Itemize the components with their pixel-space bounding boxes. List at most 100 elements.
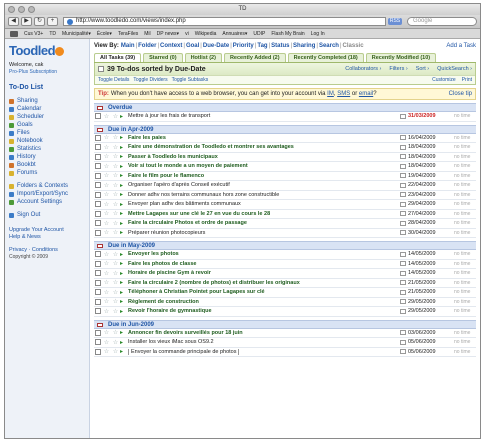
- task-checkbox[interactable]: [95, 329, 101, 336]
- toggle-toggle-details[interactable]: Toggle Details: [98, 77, 129, 83]
- priority-icon[interactable]: ☆: [112, 113, 119, 120]
- task-due-date[interactable]: 29/04/2009: [408, 201, 454, 207]
- star-icon[interactable]: ☆: [103, 191, 110, 198]
- star-icon[interactable]: ☆: [103, 153, 110, 160]
- toggle-toggle-subtasks[interactable]: Toggle Subtasks: [172, 77, 209, 83]
- header-link-filters[interactable]: Filters ›: [389, 66, 407, 72]
- rss-icon[interactable]: RSS: [388, 18, 402, 25]
- subscription-link[interactable]: Pro-Plus Subscription: [9, 69, 85, 75]
- task-due-date[interactable]: 14/05/2009: [408, 251, 454, 257]
- task-row[interactable]: ☆ ☆ ▸ Préparer réunion photocopieurs 30/04/2…: [94, 229, 476, 238]
- task-row[interactable]: ☆ ☆ ▸ Envoyer les photos 14/05/2009 no time: [94, 250, 476, 260]
- minimize-window-button[interactable]: [18, 6, 25, 13]
- task-title[interactable]: Envoyer la commande principale de photos: [126, 348, 400, 355]
- star-icon[interactable]: ☆: [103, 210, 110, 217]
- task-due-date[interactable]: 18/04/2009: [408, 154, 454, 160]
- note-icon[interactable]: [400, 308, 406, 314]
- select-all-checkbox[interactable]: [98, 66, 104, 72]
- tip-link-email[interactable]: email: [359, 91, 373, 97]
- note-icon[interactable]: [400, 339, 406, 345]
- priority-icon[interactable]: ☆: [112, 339, 119, 346]
- priority-icon[interactable]: ☆: [112, 348, 119, 355]
- task-title[interactable]: Faire le film pour le flamenco: [126, 173, 400, 179]
- task-title[interactable]: Voir si tout le monde a un moyen de paie…: [126, 163, 400, 169]
- task-row[interactable]: ☆ ☆ ▸ Mettre à jour les frais de transport 3…: [94, 112, 476, 122]
- tip-link-sms[interactable]: SMS: [337, 91, 350, 97]
- task-due-time[interactable]: no time: [454, 308, 476, 314]
- task-title[interactable]: Téléphoner à Christian Pointet pour Laga…: [126, 289, 400, 295]
- task-due-date[interactable]: 19/04/2009: [408, 173, 454, 179]
- task-row[interactable]: ☆ ☆ ▸ Installer los vieux iMac sous OS9.2 05…: [94, 338, 476, 348]
- task-checkbox[interactable]: [95, 113, 101, 120]
- group-header[interactable]: Due in Apr-2009: [94, 124, 476, 134]
- close-window-button[interactable]: [8, 6, 15, 13]
- help-link[interactable]: Help & News: [9, 234, 85, 241]
- task-title[interactable]: Passer à Toodledo les municipaux: [126, 154, 400, 160]
- priority-icon[interactable]: ☆: [112, 182, 119, 189]
- priority-icon[interactable]: ☆: [112, 251, 119, 258]
- star-icon[interactable]: ☆: [103, 348, 110, 355]
- task-row[interactable]: ☆ ☆ ▸ Annoncer fin devoirs surveillés pour …: [94, 329, 476, 338]
- task-title[interactable]: Faire les photos de classe: [126, 261, 400, 267]
- task-due-time[interactable]: no time: [454, 251, 476, 257]
- task-checkbox[interactable]: [95, 144, 101, 151]
- task-row[interactable]: ☆ ☆ ▸ Passer à Toodledo les municipaux 18/04…: [94, 153, 476, 162]
- bookmarks-icon[interactable]: [10, 30, 18, 37]
- note-icon[interactable]: [400, 251, 406, 257]
- group-header[interactable]: Overdue: [94, 103, 476, 112]
- tab-hotlist[interactable]: Hotlist (2): [184, 53, 222, 62]
- header-link-quicksearch[interactable]: QuickSearch ›: [437, 66, 472, 72]
- task-title[interactable]: Revoir l'horaire de gymnastique: [126, 308, 400, 314]
- tab-starred[interactable]: Starred (0): [143, 53, 183, 62]
- star-icon[interactable]: ☆: [103, 113, 110, 120]
- sidebar-item-notebook[interactable]: Notebook: [9, 137, 85, 145]
- priority-icon[interactable]: ☆: [112, 229, 119, 236]
- bookmark-item[interactable]: Cus V3+: [24, 31, 43, 37]
- sidebar-item-statistics[interactable]: Statistics: [9, 145, 85, 153]
- bookmark-item[interactable]: Log In: [311, 31, 325, 37]
- task-row[interactable]: ☆ ☆ ▸ Envoyer plan adhv des bâtiments commu…: [94, 200, 476, 210]
- print-link[interactable]: Print: [462, 77, 472, 83]
- bookmark-item[interactable]: École▾: [97, 31, 112, 37]
- task-row[interactable]: ☆ ☆ ▸ Faire la circulaire 2 (nombre de phot…: [94, 279, 476, 288]
- task-checkbox[interactable]: [95, 308, 101, 315]
- task-checkbox[interactable]: [95, 201, 101, 208]
- sidebar-item-history[interactable]: History: [9, 153, 85, 161]
- bookmark-item[interactable]: Annuaires▾: [222, 31, 247, 37]
- task-checkbox[interactable]: [95, 191, 101, 198]
- bookmark-item[interactable]: Wikipedia: [195, 31, 217, 37]
- note-icon[interactable]: [400, 182, 406, 188]
- view-by-search[interactable]: Search: [319, 42, 339, 51]
- priority-icon[interactable]: ☆: [112, 298, 119, 305]
- bookmark-item[interactable]: UDIP: [253, 31, 265, 37]
- priority-icon[interactable]: ☆: [112, 260, 119, 267]
- task-due-time[interactable]: no time: [454, 144, 476, 150]
- priority-icon[interactable]: ☆: [112, 134, 119, 141]
- task-due-time[interactable]: no time: [454, 154, 476, 160]
- tab-recently-modified[interactable]: Recently Modified (10): [365, 53, 437, 62]
- note-icon[interactable]: [400, 192, 406, 198]
- star-icon[interactable]: ☆: [103, 279, 110, 286]
- zoom-window-button[interactable]: [28, 6, 35, 13]
- sidebar-item-calendar[interactable]: Calendar: [9, 105, 85, 113]
- task-due-date[interactable]: 29/05/2009: [408, 308, 454, 314]
- bookmark-item[interactable]: Mil: [144, 31, 150, 37]
- task-row[interactable]: ☆ ☆ ▸ Organiser l'apéro d'après Conseil exé…: [94, 181, 476, 191]
- sidebar-item-folders-contexts[interactable]: Folders & Contexts: [9, 182, 85, 190]
- back-button[interactable]: ◀: [8, 17, 19, 26]
- priority-icon[interactable]: ☆: [112, 220, 119, 227]
- task-checkbox[interactable]: [95, 289, 101, 296]
- priority-icon[interactable]: ☆: [112, 201, 119, 208]
- note-icon[interactable]: [400, 135, 406, 141]
- task-due-time[interactable]: no time: [454, 182, 476, 188]
- priority-icon[interactable]: ☆: [112, 172, 119, 179]
- task-title[interactable]: Préparer réunion photocopieurs: [126, 230, 400, 236]
- task-title[interactable]: Installer los vieux iMac sous OS9.2: [126, 339, 400, 345]
- star-icon[interactable]: ☆: [103, 201, 110, 208]
- sidebar-item-import-export-sync[interactable]: Import/Export/Sync: [9, 190, 85, 198]
- task-due-date[interactable]: 05/06/2009: [408, 349, 454, 355]
- task-title[interactable]: Mettre Lagapes sur une clé le 27 en vue …: [126, 211, 400, 217]
- priority-icon[interactable]: ☆: [112, 289, 119, 296]
- task-due-date[interactable]: 21/05/2009: [408, 289, 454, 295]
- tab-recently-completed[interactable]: Recently Completed (18): [287, 53, 364, 62]
